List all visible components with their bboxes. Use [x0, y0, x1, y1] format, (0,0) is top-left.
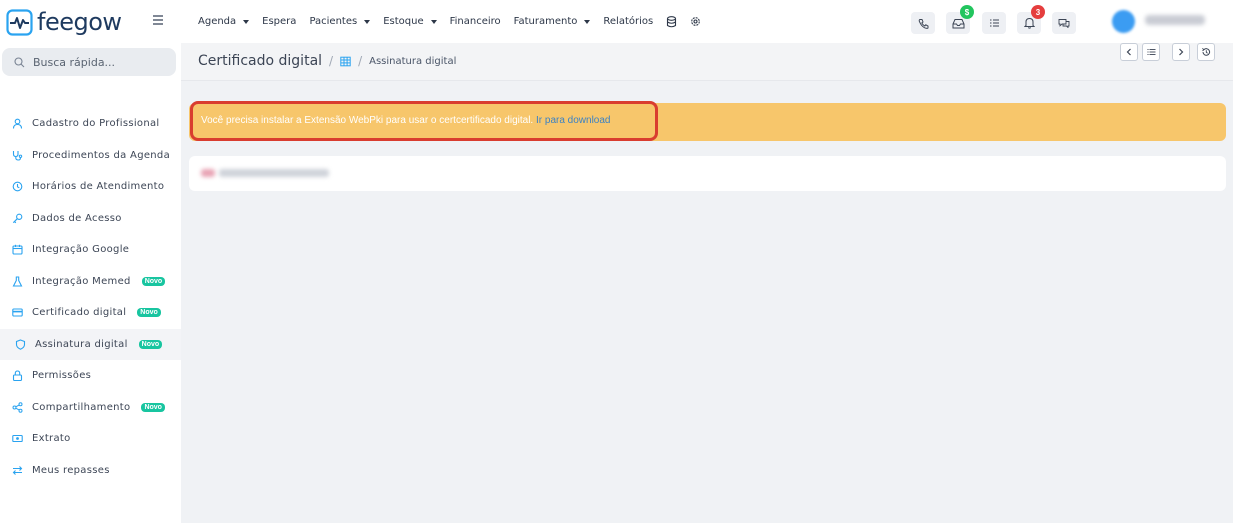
- sidebar: Busca rápida... Cadastro do Profissional…: [0, 43, 181, 523]
- phone-icon: [918, 18, 928, 29]
- novo-badge: Novo: [141, 276, 166, 286]
- nav-agenda[interactable]: Agenda: [198, 16, 250, 27]
- nav-relatorios[interactable]: Relatórios: [603, 16, 653, 27]
- chevron-down-icon: [364, 19, 371, 24]
- highlight-outline: [190, 101, 658, 141]
- dollar-badge: $: [960, 5, 974, 19]
- novo-badge: Novo: [137, 308, 161, 318]
- top-navbar: feegow Agenda Espera Pacientes Estoque F…: [0, 0, 1233, 43]
- breadcrumb-separator: /: [329, 54, 334, 68]
- money-icon: [12, 433, 23, 444]
- novo-badge: Novo: [138, 339, 163, 349]
- previous-button[interactable]: [1120, 43, 1138, 61]
- nav-espera[interactable]: Espera: [262, 16, 296, 27]
- breadcrumb-current: Assinatura digital: [369, 55, 457, 67]
- calendar-icon: [12, 244, 23, 255]
- content-card: [189, 156, 1226, 191]
- sidebar-item-compartilhamento[interactable]: Compartilhamento Novo: [0, 392, 181, 424]
- nav-estoque[interactable]: Estoque: [383, 16, 437, 27]
- tray-icon: [952, 18, 964, 28]
- database-icon[interactable]: [666, 15, 677, 28]
- notification-count-badge: 3: [1031, 5, 1045, 19]
- page-title: Certificado digital: [198, 53, 323, 69]
- sidebar-item-permissoes[interactable]: Permissões: [0, 360, 181, 392]
- history-button[interactable]: [1197, 43, 1215, 61]
- tasks-button[interactable]: [982, 12, 1006, 34]
- sidebar-item-cadastro-profissional[interactable]: Cadastro do Profissional: [0, 108, 181, 140]
- user-avatar[interactable]: [1112, 10, 1135, 33]
- redacted-text: [219, 169, 329, 177]
- user-name-redacted[interactable]: [1145, 15, 1205, 25]
- history-icon: [1202, 48, 1211, 56]
- chevron-down-icon: [243, 19, 250, 24]
- bell-icon: [1023, 17, 1035, 29]
- table-grid-icon: [340, 56, 351, 66]
- notifications-button[interactable]: 3: [1017, 5, 1045, 34]
- sidebar-item-meus-repasses[interactable]: Meus repasses: [0, 455, 181, 487]
- lock-icon: [12, 370, 23, 382]
- list-icon: [1147, 49, 1155, 55]
- transfer-icon: [12, 465, 23, 476]
- chevron-down-icon: [584, 19, 591, 24]
- sidebar-item-horarios-atendimento[interactable]: Horários de Atendimento: [0, 171, 181, 203]
- sidebar-item-assinatura-digital[interactable]: Assinatura digital Novo: [0, 328, 181, 360]
- key-icon: [12, 213, 23, 224]
- list-view-button[interactable]: [1142, 43, 1160, 61]
- next-button[interactable]: [1172, 43, 1190, 61]
- chat-button[interactable]: [1052, 12, 1076, 34]
- heartbeat-logo-icon: [6, 8, 33, 36]
- cashier-button[interactable]: $: [946, 5, 974, 34]
- sidebar-menu: Cadastro do Profissional Procedimentos d…: [0, 108, 181, 486]
- user-icon: [12, 118, 23, 129]
- main-nav: Agenda Espera Pacientes Estoque Financei…: [198, 0, 701, 43]
- breadcrumb: Certificado digital / / Assinatura digit…: [198, 53, 456, 69]
- sidebar-item-certificado-digital[interactable]: Certificado digital Novo: [0, 297, 181, 329]
- clock-icon: [12, 181, 23, 192]
- shield-icon: [15, 339, 26, 350]
- search-placeholder: Busca rápida...: [33, 55, 116, 69]
- phone-button[interactable]: [911, 12, 935, 34]
- nav-financeiro[interactable]: Financeiro: [450, 16, 501, 27]
- card-icon: [12, 307, 23, 318]
- novo-badge: Novo: [141, 402, 165, 412]
- chevron-down-icon: [430, 19, 437, 24]
- stethoscope-icon: [12, 150, 23, 161]
- hamburger-menu-icon[interactable]: [151, 13, 165, 27]
- nav-pacientes[interactable]: Pacientes: [309, 16, 371, 27]
- sidebar-item-procedimentos-agenda[interactable]: Procedimentos da Agenda: [0, 140, 181, 172]
- share-icon: [12, 402, 23, 413]
- chevron-left-icon: [1126, 48, 1131, 56]
- redacted-text: [201, 169, 215, 177]
- app-name: feegow: [37, 8, 122, 36]
- chevron-right-icon: [1179, 48, 1184, 56]
- list-icon: [989, 19, 999, 27]
- search-icon: [14, 56, 25, 67]
- sidebar-item-extrato[interactable]: Extrato: [0, 423, 181, 455]
- feegow-logo[interactable]: feegow: [6, 7, 122, 37]
- sidebar-item-dados-acesso[interactable]: Dados de Acesso: [0, 203, 181, 235]
- sidebar-item-integracao-memed[interactable]: Integração Memed Novo: [0, 266, 181, 298]
- chat-icon: [1058, 19, 1070, 28]
- nav-faturamento[interactable]: Faturamento: [514, 16, 591, 27]
- page-header: Certificado digital / / Assinatura digit…: [181, 43, 1233, 81]
- breadcrumb-separator: /: [358, 54, 363, 68]
- quick-search-input[interactable]: Busca rápida...: [2, 48, 176, 76]
- settings-gear-icon[interactable]: [690, 16, 701, 27]
- sidebar-item-integracao-google[interactable]: Integração Google: [0, 234, 181, 266]
- flask-icon: [12, 276, 23, 287]
